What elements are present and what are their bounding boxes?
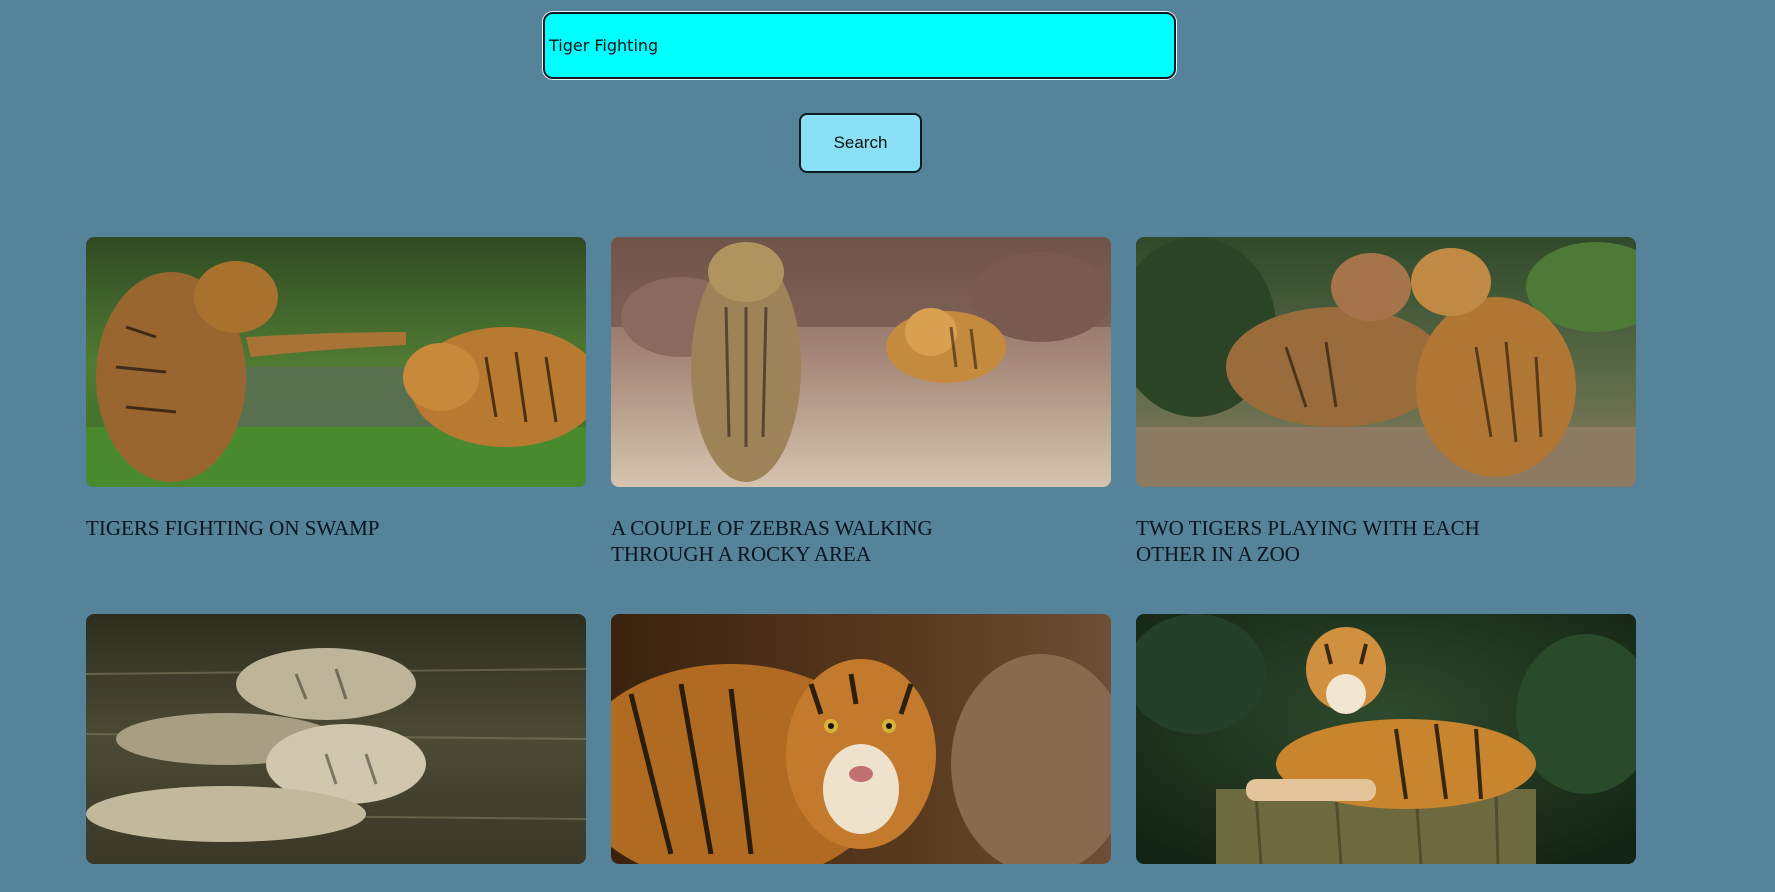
search-input[interactable]	[543, 12, 1176, 79]
result-card[interactable]: A COUPLE OF ZEBRAS WALKING THROUGH A ROC…	[611, 237, 1111, 567]
result-title: A COUPLE OF ZEBRAS WALKING THROUGH A ROC…	[611, 516, 933, 566]
result-image[interactable]	[86, 614, 586, 864]
result-title: TIGERS FIGHTING ON SWAMP	[86, 516, 380, 540]
result-card[interactable]	[1136, 614, 1636, 892]
result-card[interactable]: TIGERS FIGHTING ON SWAMP	[86, 237, 586, 541]
tigers-rocky-area-photo	[611, 237, 1111, 487]
result-image[interactable]	[611, 237, 1111, 487]
tigers-swimming-water-photo	[86, 614, 586, 864]
result-card[interactable]	[86, 614, 586, 892]
result-image[interactable]	[86, 237, 586, 487]
tiger-on-stump-photo	[1136, 614, 1636, 864]
search-button[interactable]: Search	[799, 113, 922, 173]
result-image[interactable]	[611, 614, 1111, 864]
tigers-playing-zoo-photo	[1136, 237, 1636, 487]
tiger-closeup-photo	[611, 614, 1111, 864]
result-card[interactable]: TWO TIGERS PLAYING WITH EACH OTHER IN A …	[1136, 237, 1636, 567]
result-image[interactable]	[1136, 614, 1636, 864]
two-tigers-swamp-photo	[86, 237, 586, 487]
result-title: TWO TIGERS PLAYING WITH EACH OTHER IN A …	[1136, 516, 1480, 566]
result-image[interactable]	[1136, 237, 1636, 487]
result-card[interactable]	[611, 614, 1111, 892]
